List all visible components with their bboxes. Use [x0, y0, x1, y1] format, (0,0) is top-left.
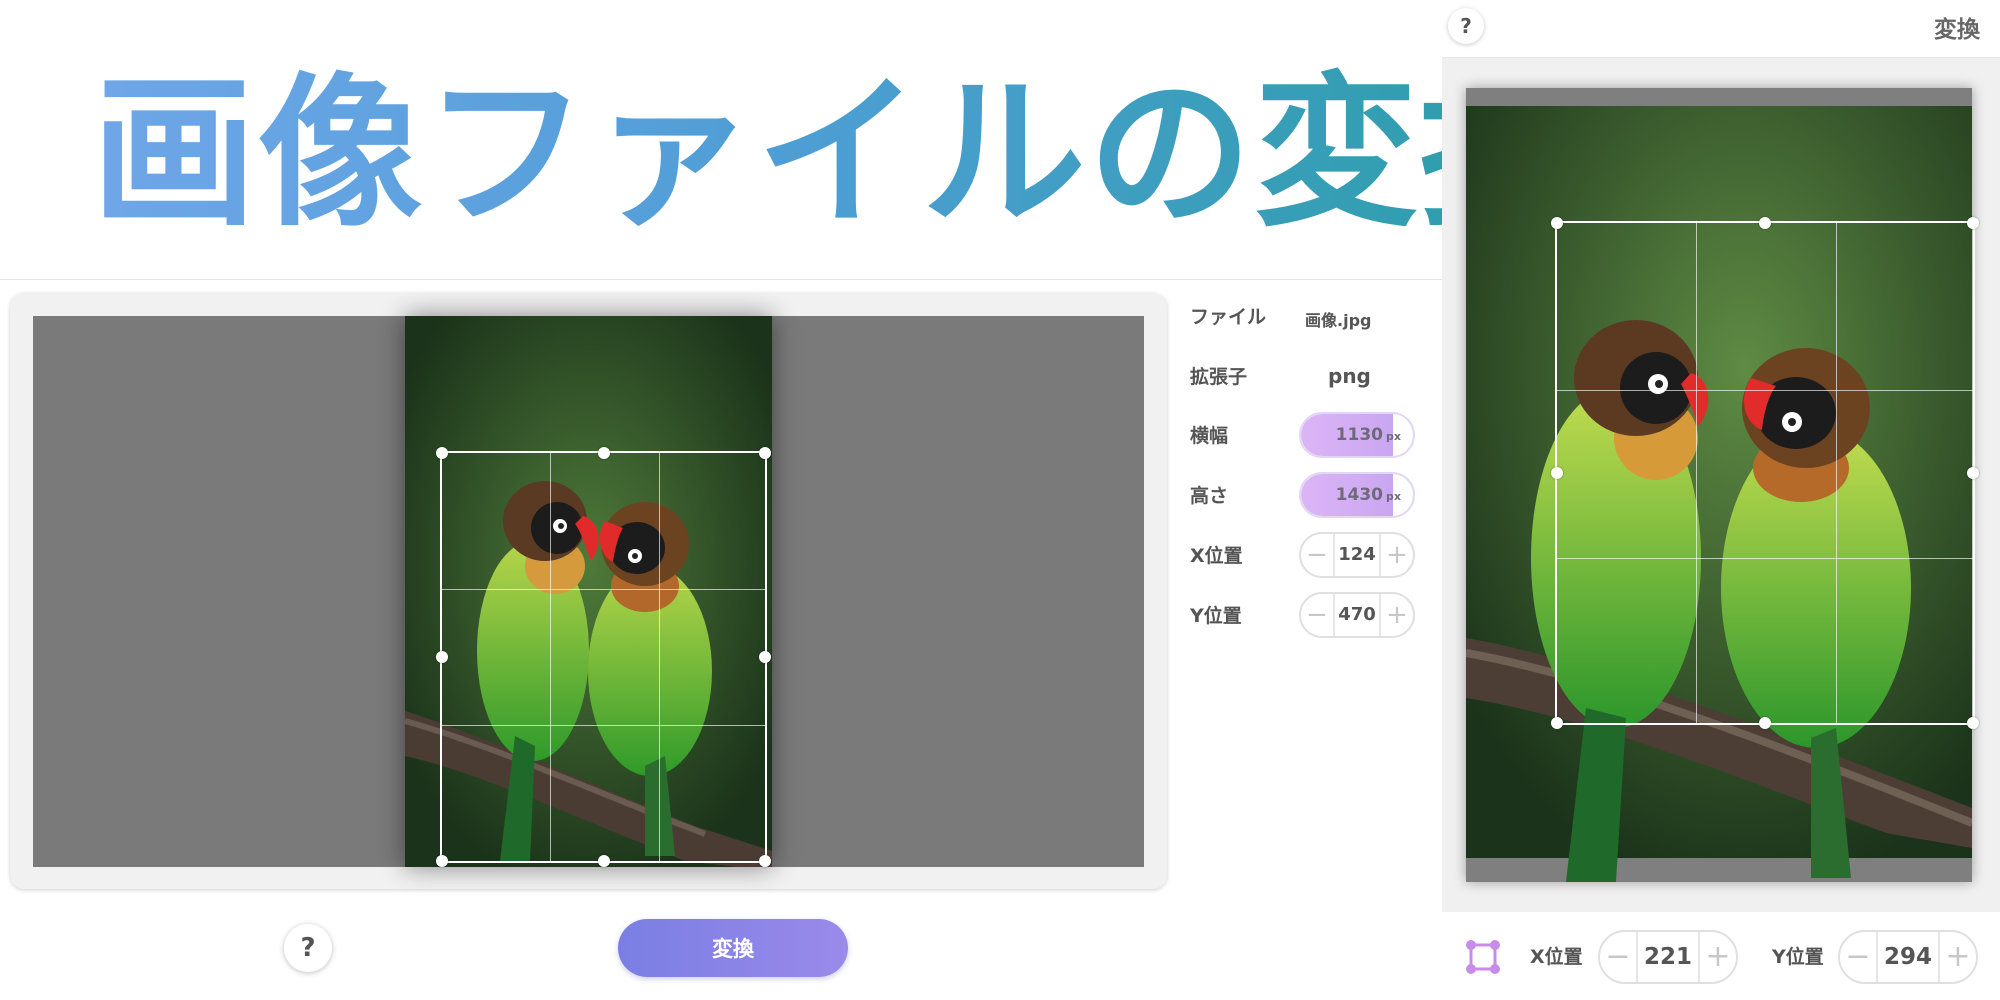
crop-handle-b[interactable] — [1759, 717, 1771, 729]
extension-value[interactable]: png — [1328, 364, 1371, 388]
crop-handle-tl[interactable] — [436, 447, 448, 459]
grid-line — [1557, 390, 1973, 391]
crop-handle-r[interactable] — [1967, 467, 1979, 479]
crop-handle-tr[interactable] — [759, 447, 771, 459]
y-position-stepper: − 470 + — [1299, 592, 1415, 638]
y-position-label: Y位置 — [1190, 605, 1242, 627]
minus-icon[interactable]: − — [1840, 942, 1876, 972]
grid-line — [659, 453, 660, 861]
plus-icon[interactable]: + — [1381, 602, 1413, 628]
width-label: 横幅 — [1190, 425, 1229, 447]
grid-line — [442, 725, 765, 726]
title-banner: 画像ファイルの変換 — [0, 0, 1584, 280]
preview-x-stepper: − 221 + — [1598, 930, 1738, 984]
preview-x-value[interactable]: 221 — [1636, 932, 1700, 982]
grid-line — [550, 453, 551, 861]
grid-line — [442, 589, 765, 590]
crop-handle-l[interactable] — [436, 651, 448, 663]
y-position-value[interactable]: 470 — [1333, 594, 1381, 636]
crop-handle-bl[interactable] — [436, 855, 448, 867]
minus-icon[interactable]: − — [1301, 602, 1333, 628]
crop-handle-br[interactable] — [759, 855, 771, 867]
preview-crop-frame[interactable] — [1551, 217, 1979, 729]
file-label: ファイル — [1190, 306, 1267, 328]
plus-icon[interactable]: + — [1940, 942, 1976, 972]
preview-y-value[interactable]: 294 — [1876, 932, 1940, 982]
crop-handle-br[interactable] — [1967, 717, 1979, 729]
crop-handle-tr[interactable] — [1967, 217, 1979, 229]
minus-icon[interactable]: − — [1600, 942, 1636, 972]
height-label: 高さ — [1190, 485, 1229, 507]
x-position-stepper: − 124 + — [1299, 532, 1415, 578]
grid-line — [1557, 558, 1973, 559]
crop-handle-bl[interactable] — [1551, 717, 1563, 729]
width-unit: px — [1386, 430, 1401, 443]
crop-icon[interactable] — [1464, 938, 1502, 976]
crop-handle-r[interactable] — [759, 651, 771, 663]
convert-button[interactable]: 変換 — [618, 919, 848, 977]
help-button[interactable]: ? — [284, 924, 332, 972]
grid-line — [1696, 223, 1697, 723]
preview-panel: ? 変換 X位置 − 221 + Y位置 − 294 + — [1442, 0, 2000, 1000]
crop-handle-t[interactable] — [597, 447, 610, 459]
height-value: 1430 — [1335, 485, 1383, 505]
file-value: 画像.jpg — [1305, 311, 1372, 330]
x-position-value[interactable]: 124 — [1333, 534, 1381, 576]
height-unit: px — [1386, 490, 1401, 503]
help-button[interactable]: ? — [1448, 8, 1484, 44]
preview-x-label: X位置 — [1530, 946, 1583, 968]
preview-y-label: Y位置 — [1772, 946, 1824, 968]
extension-label: 拡張子 — [1190, 366, 1248, 388]
preview-header: ? 変換 — [1442, 0, 2000, 58]
crop-handle-l[interactable] — [1551, 467, 1563, 479]
plus-icon[interactable]: + — [1381, 542, 1413, 568]
grid-line — [1836, 223, 1837, 723]
crop-handle-t[interactable] — [1759, 217, 1771, 229]
page-title: 画像ファイルの変換 — [92, 58, 1587, 249]
width-value: 1130 — [1335, 425, 1383, 445]
height-slider[interactable]: 1430 px — [1299, 472, 1415, 518]
preview-footer: X位置 − 221 + Y位置 − 294 + — [1442, 912, 2000, 1000]
minus-icon[interactable]: − — [1301, 542, 1333, 568]
crop-frame[interactable] — [436, 447, 771, 867]
preview-title: 変換 — [1934, 17, 1980, 43]
plus-icon[interactable]: + — [1700, 942, 1736, 972]
width-slider[interactable]: 1130 px — [1299, 412, 1415, 458]
crop-handle-b[interactable] — [597, 855, 610, 867]
x-position-label: X位置 — [1190, 545, 1243, 567]
crop-handle-tl[interactable] — [1551, 217, 1563, 229]
preview-y-stepper: − 294 + — [1838, 930, 1978, 984]
